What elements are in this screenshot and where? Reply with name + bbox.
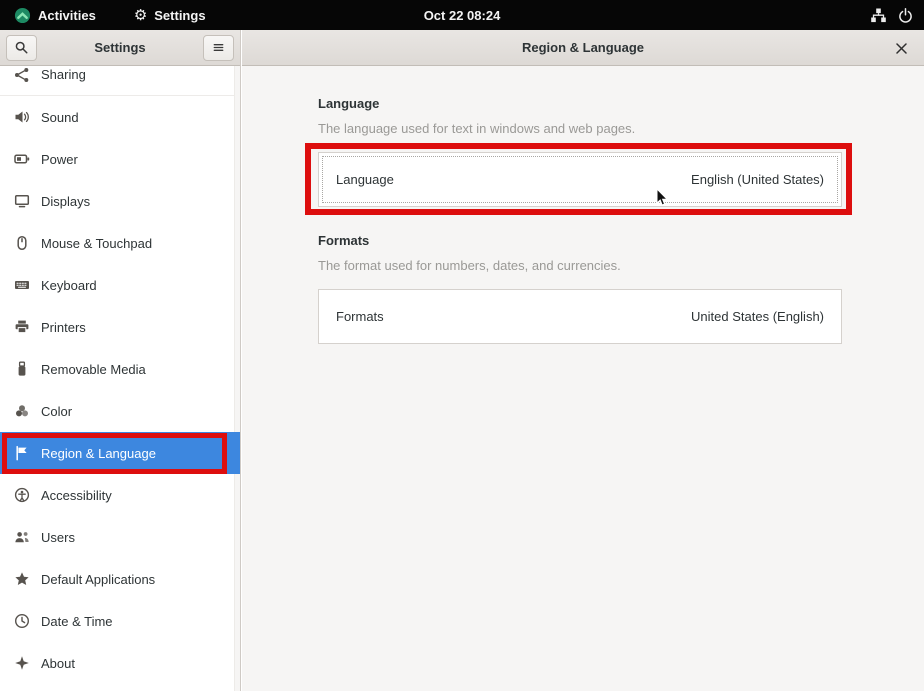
sidebar-item-about[interactable]: About xyxy=(0,642,240,684)
sidebar-item-keyboard[interactable]: Keyboard xyxy=(0,264,240,306)
row-label: Formats xyxy=(336,309,384,324)
sidebar-item-color[interactable]: Color xyxy=(0,390,240,432)
section-heading: Formats xyxy=(318,233,370,248)
section-description: The format used for numbers, dates, and … xyxy=(318,258,621,273)
formats-row[interactable]: Formats United States (English) xyxy=(318,289,842,344)
accessibility-icon xyxy=(14,487,30,503)
usb-icon xyxy=(14,361,30,377)
activities-label: Activities xyxy=(38,7,96,23)
sidebar-title: Settings xyxy=(94,40,146,55)
main-panel: Region & Language Language The language … xyxy=(242,30,924,691)
clock-button[interactable]: Oct 22 08:24 xyxy=(424,0,501,30)
sidebar: Settings Sharing Sound Power Displays Mo… xyxy=(0,30,241,691)
main-header: Region & Language xyxy=(242,30,924,66)
color-icon xyxy=(14,403,30,419)
page-title: Region & Language xyxy=(521,40,645,55)
clock-icon xyxy=(14,613,30,629)
main-content: Language The language used for text in w… xyxy=(242,66,924,344)
battery-icon xyxy=(14,151,30,167)
section-formats: Formats The format used for numbers, dat… xyxy=(318,233,842,344)
sound-icon xyxy=(14,109,30,125)
users-icon xyxy=(14,529,30,545)
sidebar-item-sound[interactable]: Sound xyxy=(0,96,240,138)
keyboard-icon xyxy=(14,277,30,293)
sidebar-item-removable-media[interactable]: Removable Media xyxy=(0,348,240,390)
sidebar-item-printers[interactable]: Printers xyxy=(0,306,240,348)
clock-label: Oct 22 08:24 xyxy=(423,7,501,23)
system-tray xyxy=(870,7,924,24)
sidebar-item-displays[interactable]: Displays xyxy=(0,180,240,222)
close-icon xyxy=(895,42,907,54)
sidebar-item-region-language[interactable]: Region & Language xyxy=(0,432,240,474)
sparkle-icon xyxy=(14,655,30,671)
section-description: The language used for text in windows an… xyxy=(318,121,636,136)
close-button[interactable] xyxy=(886,30,916,66)
network-icon[interactable] xyxy=(870,7,887,24)
flag-icon xyxy=(14,445,30,461)
section-heading: Language xyxy=(318,96,380,111)
star-icon xyxy=(14,571,30,587)
row-label: Language xyxy=(336,172,394,187)
sidebar-item-power[interactable]: Power xyxy=(0,138,240,180)
sidebar-item-default-applications[interactable]: Default Applications xyxy=(0,558,240,600)
sidebar-item-date-time[interactable]: Date & Time xyxy=(0,600,240,642)
activities-button[interactable]: Activities xyxy=(6,0,104,30)
row-value: United States (English) xyxy=(691,309,824,324)
sidebar-list: Sharing Sound Power Displays Mouse & Tou… xyxy=(0,66,240,691)
search-button[interactable] xyxy=(6,34,37,61)
sidebar-header: Settings xyxy=(0,30,240,66)
mouse-icon xyxy=(14,235,30,251)
printer-icon xyxy=(14,319,30,335)
display-icon xyxy=(14,193,30,209)
sidebar-item-users[interactable]: Users xyxy=(0,516,240,558)
search-icon xyxy=(15,41,28,54)
distro-logo-icon xyxy=(14,7,31,23)
share-icon xyxy=(14,67,30,83)
sidebar-item-mouse-touchpad[interactable]: Mouse & Touchpad xyxy=(0,222,240,264)
sidebar-item-accessibility[interactable]: Accessibility xyxy=(0,474,240,516)
power-icon[interactable] xyxy=(897,7,914,24)
menu-button[interactable] xyxy=(203,34,234,61)
settings-window: Settings Sharing Sound Power Displays Mo… xyxy=(0,30,924,691)
top-bar: Activities ⚙ Settings Oct 22 08:24 xyxy=(0,0,924,30)
row-value: English (United States) xyxy=(691,172,824,187)
settings-appmenu-label: Settings xyxy=(154,7,206,23)
settings-appmenu-button[interactable]: ⚙ Settings xyxy=(126,0,214,30)
gear-icon: ⚙ xyxy=(133,6,148,24)
section-language: Language The language used for text in w… xyxy=(305,96,852,215)
language-row[interactable]: Language English (United States) xyxy=(318,152,842,207)
sidebar-item-sharing[interactable]: Sharing xyxy=(0,66,240,96)
hamburger-icon xyxy=(213,44,224,51)
